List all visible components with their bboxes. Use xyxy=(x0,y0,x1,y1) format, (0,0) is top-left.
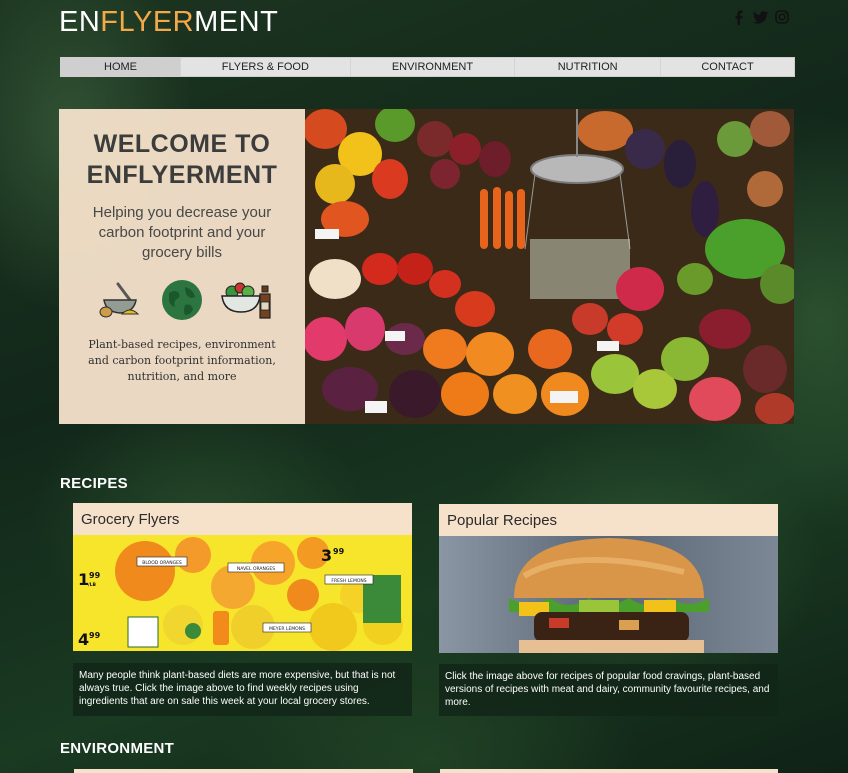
flyer-price-3: 3 xyxy=(321,546,332,565)
hero-icon-row xyxy=(87,277,285,327)
social-bar xyxy=(730,9,790,25)
logo-text-flyer: FLYER xyxy=(100,6,195,38)
nav-contact[interactable]: CONTACT xyxy=(661,58,794,76)
hero-subtitle: Helping you decrease your carbon footpri… xyxy=(92,204,272,261)
grocery-flyers-description: Many people think plant-based diets are … xyxy=(73,663,412,716)
grocery-flyers-title[interactable]: Grocery Flyers xyxy=(73,503,412,535)
twitter-icon[interactable] xyxy=(752,9,768,25)
burger-image[interactable] xyxy=(439,536,778,653)
produce-illustration xyxy=(305,109,794,424)
flyer-price-3-cents: 99 xyxy=(333,547,345,556)
nav-environment[interactable]: ENVIRONMENT xyxy=(351,58,516,76)
logo-text-en: EN xyxy=(59,6,101,38)
grocery-flyer-image[interactable]: BLOOD ORANGES NAVEL ORANGES FRESH LEMONS… xyxy=(73,535,412,651)
hero-title: WELCOME TO ENFLYERMENT xyxy=(59,129,305,191)
environment-heading: ENVIRONMENT xyxy=(60,740,175,757)
flyer-illustration: BLOOD ORANGES NAVEL ORANGES FRESH LEMONS… xyxy=(73,535,412,651)
flyer-label-fresh: FRESH LEMONS xyxy=(331,578,366,584)
flyer-price-2: 4 xyxy=(78,630,89,649)
salad-bowl-icon xyxy=(220,278,276,327)
nav-nutrition[interactable]: NUTRITION xyxy=(515,58,662,76)
hero-panel: WELCOME TO ENFLYERMENT Helping you decre… xyxy=(59,109,305,424)
flyer-price-1-unit: /LB xyxy=(88,582,97,588)
site-logo[interactable]: ENFLYERMENT xyxy=(59,6,278,39)
hero-title-line2: ENFLYERMENT xyxy=(86,161,278,189)
logo-text-ment: MENT xyxy=(194,6,279,38)
nav-home[interactable]: HOME xyxy=(61,58,182,76)
nav-flyers-food[interactable]: FLYERS & FOOD xyxy=(181,58,351,76)
recipes-heading: RECIPES xyxy=(60,475,128,492)
flyer-price-1-cents: 99 xyxy=(89,571,101,580)
globe-icon xyxy=(161,279,203,326)
flyer-price-2-cents: 99 xyxy=(89,631,101,640)
mortar-pestle-icon xyxy=(96,280,144,325)
facebook-icon[interactable] xyxy=(730,9,746,25)
burger-illustration xyxy=(439,536,778,653)
popular-recipes-description: Click the image above for recipes of pop… xyxy=(439,664,778,716)
flyer-label-meyer: MEYER LEMONS xyxy=(269,626,305,632)
instagram-icon[interactable] xyxy=(774,9,790,25)
environment-card-2-top xyxy=(440,769,778,773)
flyer-label-navel: NAVEL ORANGES xyxy=(237,566,275,572)
flyer-label-blood: BLOOD ORANGES xyxy=(142,560,182,566)
hero-produce-image xyxy=(305,109,794,424)
popular-recipes-title[interactable]: Popular Recipes xyxy=(439,504,778,536)
hero-title-line1: WELCOME TO xyxy=(93,130,271,158)
environment-card-1-top xyxy=(74,769,413,773)
main-nav: HOME FLYERS & FOOD ENVIRONMENT NUTRITION… xyxy=(60,57,795,77)
hero-description: Plant-based recipes, environment and car… xyxy=(88,338,276,383)
